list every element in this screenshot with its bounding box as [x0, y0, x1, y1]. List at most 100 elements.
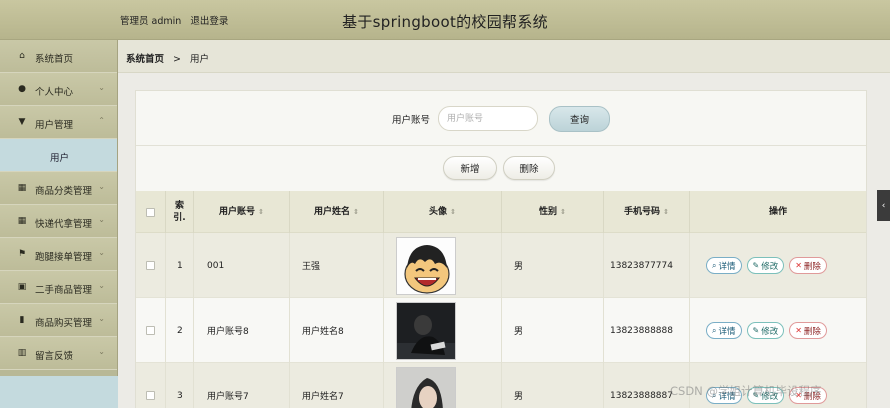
- cell-index: 1: [166, 233, 194, 298]
- table-row: 1 001 王强 男 13823877774 ⌕ 详情 ✎ 修改 ✕ 删除: [136, 233, 866, 298]
- detail-button[interactable]: ⌕ 详情: [706, 257, 742, 274]
- search-icon: ⌕: [712, 260, 717, 270]
- grid-icon: ▦: [17, 183, 27, 193]
- cell-name: 用户姓名8: [290, 298, 384, 363]
- sidebar-item-label: 商品购买管理: [35, 318, 93, 329]
- sort-icon: ⇕: [450, 208, 456, 216]
- cell-account: 用户账号8: [194, 298, 290, 363]
- sidebar-item-product-category[interactable]: ▦ 商品分类管理 ⌄: [0, 172, 117, 205]
- delete-button[interactable]: 删除: [503, 156, 555, 180]
- sort-icon: ⇕: [663, 208, 669, 216]
- cell-account: 001: [194, 233, 290, 298]
- home-icon: ⌂: [19, 51, 25, 61]
- cell-index: 3: [166, 363, 194, 408]
- chevron-down-icon: ⌄: [98, 248, 105, 257]
- detail-button[interactable]: ⌕ 详情: [706, 322, 742, 339]
- close-icon: ✕: [795, 326, 802, 335]
- breadcrumb-current: 用户: [190, 54, 210, 65]
- sidebar-item-label: 系统首页: [35, 54, 74, 65]
- breadcrumb: 系统首页 > 用户: [118, 40, 890, 73]
- sidebar-item-feedback[interactable]: ▥ 留言反馈 ⌄: [0, 337, 117, 370]
- sidebar-item-label: 跑腿接单管理: [35, 252, 93, 263]
- row-checkbox[interactable]: [146, 391, 155, 400]
- sidebar-item-express-pickup[interactable]: ▦ 快递代拿管理 ⌄: [0, 205, 117, 238]
- column-header-gender[interactable]: 性别 ⇕: [502, 191, 604, 233]
- column-header-index: 索 引.: [166, 191, 194, 233]
- edit-button[interactable]: ✎ 修改: [746, 322, 785, 339]
- sidebar-item-label: 个人中心: [35, 87, 74, 98]
- cell-gender: 男: [502, 298, 604, 363]
- clipboard-icon: ▣: [17, 282, 27, 292]
- select-all-checkbox[interactable]: [146, 207, 155, 217]
- cell-gender: 男: [502, 233, 604, 298]
- sidebar-item-user-management[interactable]: ▼ 用户管理 ⌃: [0, 106, 117, 139]
- chevron-down-icon: ⌄: [98, 314, 105, 323]
- breadcrumb-home[interactable]: 系统首页: [126, 54, 164, 65]
- column-header-account[interactable]: 用户账号 ⇕: [194, 191, 290, 233]
- chevron-down-icon: ⌄: [98, 83, 105, 92]
- cell-account: 用户账号7: [194, 363, 290, 408]
- top-header: 管理员 admin 退出登录 基于springboot的校园帮系统: [0, 0, 890, 40]
- sidebar-item-label: 留言反馈: [35, 351, 74, 362]
- book-icon: ▥: [17, 348, 27, 358]
- column-header-actions: 操作: [768, 207, 787, 217]
- row-delete-button[interactable]: ✕ 删除: [789, 322, 827, 339]
- sidebar-subitem-users[interactable]: 用户: [0, 139, 117, 172]
- sidebar-item-purchases[interactable]: ▮ 商品购买管理 ⌄: [0, 304, 117, 337]
- pin-icon: ▼: [18, 117, 26, 127]
- chevron-down-icon: ⌄: [98, 182, 105, 191]
- user-icon: ●: [18, 84, 26, 94]
- cell-phone: 13823888888: [604, 298, 690, 363]
- sort-icon: ⇕: [353, 208, 359, 216]
- avatar: [396, 301, 456, 360]
- row-checkbox[interactable]: [146, 326, 155, 335]
- sidebar-item-label: 二手商品管理: [35, 285, 93, 296]
- cell-gender: 男: [502, 363, 604, 408]
- cell-name: 王强: [290, 233, 384, 298]
- sidebar-item-label: 用户: [50, 153, 70, 164]
- sidebar-item-label: 用户管理: [35, 120, 74, 131]
- sidebar-item-errand-orders[interactable]: ⚑ 跑腿接单管理 ⌄: [0, 238, 117, 271]
- search-bar: 用户账号 查询: [136, 91, 866, 146]
- close-icon: ✕: [795, 261, 802, 270]
- side-collapse-handle[interactable]: ‹: [877, 190, 890, 221]
- edit-button[interactable]: ✎ 修改: [746, 257, 785, 274]
- sidebar-item-label: 商品分类管理: [35, 186, 93, 197]
- breadcrumb-separator: >: [173, 54, 182, 65]
- sort-icon: ⇕: [258, 208, 264, 216]
- query-button[interactable]: 查询: [549, 106, 610, 132]
- sidebar-footer: [0, 376, 118, 408]
- watermark: CSDN @学姐计算机毕设程序: [670, 384, 822, 398]
- sidebar: ⌂ 系统首页 ● 个人中心 ⌄ ▼ 用户管理 ⌃ 用户 ▦ 商品分类管理 ⌄ ▦…: [0, 40, 118, 408]
- search-input[interactable]: [438, 106, 538, 131]
- column-header-avatar[interactable]: 头像 ⇕: [384, 191, 502, 233]
- search-icon: ⌕: [712, 325, 717, 335]
- table-row: 2 用户账号8 用户姓名8 男 13823888888 ⌕ 详情 ✎ 修改 ✕ …: [136, 298, 866, 363]
- main-panel: 用户账号 查询 新增 删除 索 引. 用户账号⇕ 用户姓名⇕ 头像⇕: [135, 90, 867, 408]
- row-delete-button[interactable]: ✕ 删除: [789, 257, 827, 274]
- cell-index: 2: [166, 298, 194, 363]
- column-header-phone[interactable]: 手机号码 ⇕: [604, 191, 690, 233]
- column-header-name[interactable]: 用户姓名 ⇕: [290, 191, 384, 233]
- chevron-down-icon: ⌄: [98, 215, 105, 224]
- sidebar-item-home[interactable]: ⌂ 系统首页: [0, 40, 117, 73]
- avatar: [396, 236, 456, 295]
- action-bar: 新增 删除: [136, 147, 866, 191]
- sidebar-item-label: 快递代拿管理: [35, 219, 93, 230]
- sort-icon: ⇕: [560, 208, 566, 216]
- sidebar-item-second-hand[interactable]: ▣ 二手商品管理 ⌄: [0, 271, 117, 304]
- pencil-icon: ✎: [752, 326, 760, 335]
- user-table: 索 引. 用户账号 ⇕ 用户姓名 ⇕ 头像 ⇕ 性别 ⇕ 手机号码 ⇕ 操作 1…: [136, 191, 866, 408]
- pencil-icon: ✎: [752, 261, 760, 270]
- row-checkbox[interactable]: [146, 261, 155, 270]
- add-button[interactable]: 新增: [443, 156, 497, 180]
- grid-icon: ▦: [17, 216, 27, 226]
- search-label: 用户账号: [392, 115, 431, 126]
- bar-chart-icon: ▮: [19, 315, 25, 325]
- sidebar-item-profile[interactable]: ● 个人中心 ⌄: [0, 73, 117, 106]
- chevron-down-icon: ⌄: [98, 347, 105, 356]
- chevron-down-icon: ⌄: [98, 281, 105, 290]
- system-title: 基于springboot的校园帮系统: [342, 13, 548, 31]
- chevron-up-icon: ⌃: [98, 116, 105, 125]
- table-header: 索 引. 用户账号 ⇕ 用户姓名 ⇕ 头像 ⇕ 性别 ⇕ 手机号码 ⇕ 操作: [136, 191, 866, 233]
